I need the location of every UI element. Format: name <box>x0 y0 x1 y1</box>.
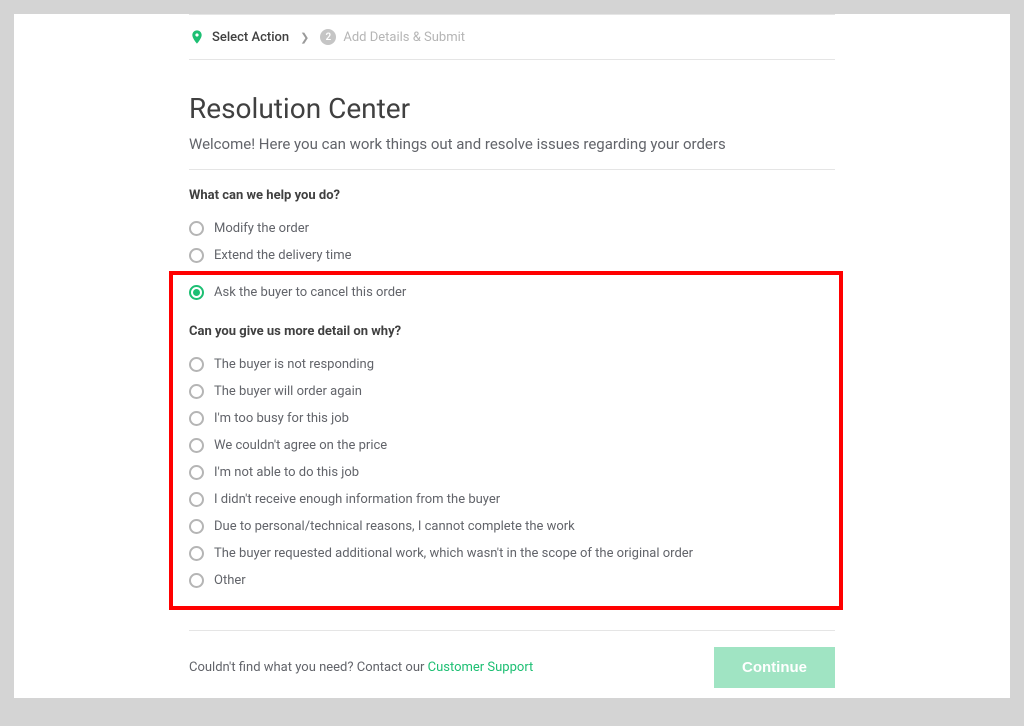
step-select-action[interactable]: Select Action <box>189 29 289 45</box>
radio-icon <box>189 357 204 372</box>
radio-label: The buyer requested additional work, whi… <box>214 546 693 561</box>
radio-label: We couldn't agree on the price <box>214 438 387 453</box>
radio-not-able[interactable]: I'm not able to do this job <box>189 459 823 486</box>
radio-label: Due to personal/technical reasons, I can… <box>214 519 575 534</box>
radio-icon-selected <box>189 285 204 300</box>
radio-icon <box>189 573 204 588</box>
radio-label: The buyer will order again <box>214 384 362 399</box>
radio-label: I didn't receive enough information from… <box>214 492 500 507</box>
radio-modify-order[interactable]: Modify the order <box>189 215 835 242</box>
radio-too-busy[interactable]: I'm too busy for this job <box>189 405 823 432</box>
customer-support-link[interactable]: Customer Support <box>428 660 534 675</box>
radio-icon <box>189 438 204 453</box>
question2-heading: Can you give us more detail on why? <box>189 324 823 339</box>
radio-icon <box>189 492 204 507</box>
step1-label: Select Action <box>212 30 289 45</box>
radio-icon <box>189 384 204 399</box>
radio-additional-work[interactable]: The buyer requested additional work, whi… <box>189 540 823 567</box>
radio-label: Other <box>214 573 246 588</box>
radio-buyer-order-again[interactable]: The buyer will order again <box>189 378 823 405</box>
radio-price-disagree[interactable]: We couldn't agree on the price <box>189 432 823 459</box>
continue-button[interactable]: Continue <box>714 647 835 688</box>
radio-icon <box>189 248 204 263</box>
footer-text: Couldn't find what you need? Contact our… <box>189 660 533 675</box>
radio-cancel-order[interactable]: Ask the buyer to cancel this order <box>189 279 823 306</box>
radio-icon <box>189 546 204 561</box>
step-add-details: 2 Add Details & Submit <box>320 29 465 45</box>
chevron-right-icon: ❯ <box>300 31 309 44</box>
radio-icon <box>189 465 204 480</box>
radio-icon <box>189 411 204 426</box>
page-title: Resolution Center <box>189 92 835 125</box>
radio-label: Modify the order <box>214 221 309 236</box>
radio-extend-delivery[interactable]: Extend the delivery time <box>189 242 835 269</box>
radio-other[interactable]: Other <box>189 567 823 594</box>
radio-buyer-not-responding[interactable]: The buyer is not responding <box>189 351 823 378</box>
radio-label: I'm not able to do this job <box>214 465 359 480</box>
step2-number-badge: 2 <box>320 29 336 45</box>
radio-icon <box>189 221 204 236</box>
radio-icon <box>189 519 204 534</box>
radio-personal-technical[interactable]: Due to personal/technical reasons, I can… <box>189 513 823 540</box>
question1-heading: What can we help you do? <box>189 188 835 203</box>
steps-bar: Select Action ❯ 2 Add Details & Submit <box>189 14 835 60</box>
step2-label: Add Details & Submit <box>343 30 465 45</box>
highlight-box: Ask the buyer to cancel this order Can y… <box>169 271 843 610</box>
radio-not-enough-info[interactable]: I didn't receive enough information from… <box>189 486 823 513</box>
radio-label: I'm too busy for this job <box>214 411 349 426</box>
footer-bar: Couldn't find what you need? Contact our… <box>189 630 835 704</box>
radio-label: Extend the delivery time <box>214 248 352 263</box>
question1-section: What can we help you do? Modify the orde… <box>189 188 835 271</box>
main-panel: Select Action ❯ 2 Add Details & Submit R… <box>14 14 1010 698</box>
radio-label: The buyer is not responding <box>214 357 374 372</box>
radio-label: Ask the buyer to cancel this order <box>214 285 406 300</box>
location-pin-icon <box>189 29 205 45</box>
footer-prefix: Couldn't find what you need? Contact our <box>189 660 428 675</box>
welcome-text: Welcome! Here you can work things out an… <box>189 135 835 170</box>
